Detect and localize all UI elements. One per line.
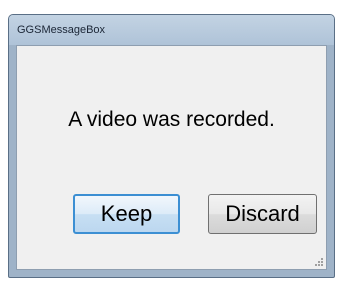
dialog-message: A video was recorded. <box>68 108 275 131</box>
keep-button[interactable]: Keep <box>73 194 180 234</box>
dialog-body: A video was recorded. Keep Discard <box>16 45 327 270</box>
title-bar[interactable]: GGSMessageBox <box>9 15 334 45</box>
resize-grip-icon[interactable] <box>314 257 324 267</box>
discard-button[interactable]: Discard <box>208 194 317 234</box>
window-title: GGSMessageBox <box>17 24 106 36</box>
message-box-window: GGSMessageBox A video was recorded. Keep… <box>8 14 335 278</box>
